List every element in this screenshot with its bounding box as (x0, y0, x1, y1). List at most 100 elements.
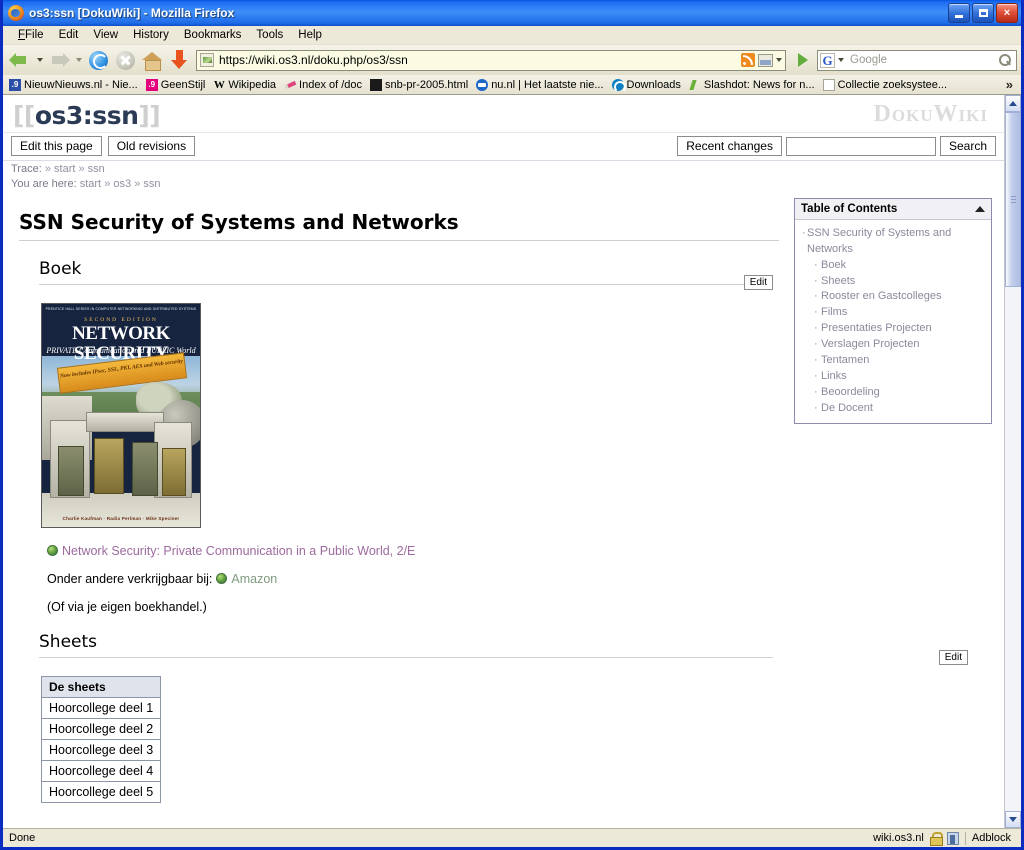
bookmark-index-of-doc[interactable]: Index of /doc (281, 78, 365, 92)
toc-item-films[interactable]: Films (799, 305, 987, 321)
url-bar[interactable]: https://wiki.os3.nl/doku.php/os3/ssn (196, 49, 786, 71)
bookmark-nu-nl[interactable]: nu.nl | Het laatste nie... (473, 78, 606, 92)
sheet-link[interactable]: Hoorcollege deel 3 (40, 738, 162, 761)
toc-item-presentaties-projecten[interactable]: Presentaties Projecten (799, 321, 987, 337)
table-row[interactable]: Hoorcollege deel 3 (40, 738, 162, 761)
menu-help[interactable]: Help (291, 27, 329, 43)
bookmark-geenstijl[interactable]: .9 GeenStijl (143, 78, 209, 92)
menu-tools[interactable]: Tools (249, 27, 290, 43)
triangle-down-icon (1009, 817, 1017, 822)
here-item-os3[interactable]: os3 (113, 178, 131, 190)
bookmark-nieuwnieuws[interactable]: .9 NieuwNieuws.nl - Nie... (6, 78, 141, 92)
go-arrow-icon (795, 52, 811, 68)
toc-item-beoordeling[interactable]: Beoordeling (799, 385, 987, 401)
wiki-search-button[interactable]: Search (939, 136, 996, 156)
trace-item-ssn[interactable]: ssn (88, 163, 105, 175)
edit-this-page-button[interactable]: Edit this page (11, 136, 102, 156)
forward-button[interactable] (46, 47, 72, 73)
bookmark-collectie-zoeksystemen[interactable]: Collectie zoeksystee... (820, 78, 950, 92)
trace-label: Trace: (11, 163, 42, 175)
scroll-up-button[interactable] (1005, 95, 1021, 112)
toc-item-ssn-security[interactable]: SSN Security of Systems and Networks (799, 226, 987, 258)
triangle-up-icon[interactable] (975, 205, 985, 212)
bookmark-wikipedia[interactable]: W Wikipedia (210, 78, 279, 92)
toc-item-sheets[interactable]: Sheets (799, 274, 987, 290)
trace-item-start[interactable]: start (54, 163, 75, 175)
bookmark-label: NieuwNieuws.nl - Nie... (24, 78, 138, 91)
reload-icon (88, 50, 108, 70)
bookmark-label: GeenStijl (160, 78, 206, 91)
maximize-button[interactable] (972, 3, 994, 23)
amazon-link[interactable]: Amazon (231, 572, 277, 586)
downloads-button[interactable] (166, 47, 192, 73)
sheet-link[interactable]: Hoorcollege deel 5 (40, 780, 162, 803)
toc-item-links[interactable]: Links (799, 369, 987, 385)
minimize-button[interactable] (948, 3, 970, 23)
wikipedia-favicon-icon: W (213, 78, 225, 91)
back-history-dropdown[interactable] (34, 47, 45, 73)
bookmark-snb-pr-2005[interactable]: snb-pr-2005.html (367, 78, 471, 92)
wiki-search-group: Recent changes Search (677, 136, 996, 156)
here-item-start[interactable]: start (80, 178, 101, 190)
toc-item-rooster-en-gastcolleges[interactable]: Rooster en Gastcolleges (799, 289, 987, 305)
section-edit-button-boek[interactable]: Edit (743, 274, 773, 290)
bookmark-slashdot[interactable]: Slashdot: News for n... (686, 78, 818, 92)
chevron-down-icon[interactable] (776, 58, 782, 62)
table-row[interactable]: Hoorcollege deel 4 (40, 759, 162, 782)
downloads-favicon-icon (611, 78, 626, 93)
table-row[interactable]: Hoorcollege deel 2 (40, 717, 162, 740)
bracket-close: ]] (138, 101, 161, 130)
toc-item-verslagen-projecten[interactable]: Verslagen Projecten (799, 337, 987, 353)
menu-edit[interactable]: Edit (52, 27, 86, 43)
forward-history-dropdown[interactable] (73, 47, 84, 73)
menu-history[interactable]: History (126, 27, 176, 43)
pencil-favicon-icon (284, 79, 296, 91)
toc-item-boek[interactable]: Boek (799, 258, 987, 274)
back-arrow-icon (9, 52, 31, 68)
chevron-down-icon (36, 58, 43, 62)
scroll-down-button[interactable] (1005, 811, 1021, 828)
close-button[interactable]: × (996, 3, 1018, 23)
toc-item-de-docent[interactable]: De Docent (799, 401, 987, 417)
magnifier-icon[interactable] (997, 53, 1012, 68)
go-button[interactable] (790, 47, 816, 73)
sheet-link[interactable]: Hoorcollege deel 4 (40, 759, 162, 782)
search-bar[interactable]: G Google (817, 49, 1017, 71)
stop-button[interactable] (112, 47, 138, 73)
toc-header[interactable]: Table of Contents (795, 198, 991, 220)
menu-view[interactable]: View (86, 27, 125, 43)
search-input[interactable]: Google (844, 54, 997, 66)
section-edit-button-sheets[interactable]: Edit (938, 649, 968, 665)
menu-file[interactable]: FFile (11, 27, 51, 43)
table-row[interactable]: Hoorcollege deel 5 (40, 780, 162, 803)
here-item-ssn[interactable]: ssn (143, 178, 160, 190)
blank-page-favicon-icon (822, 78, 835, 91)
security-certificate-icon[interactable] (946, 831, 959, 845)
recent-changes-button[interactable]: Recent changes (677, 136, 782, 156)
old-revisions-button[interactable]: Old revisions (107, 136, 196, 156)
adblock-status[interactable]: Adblock (972, 832, 1011, 844)
menubar: FFile Edit View History Bookmarks Tools … (3, 26, 1021, 45)
vertical-scrollbar[interactable] (1004, 95, 1021, 828)
padlock-icon[interactable] (929, 832, 943, 846)
toc-item-tentamen[interactable]: Tentamen (799, 353, 987, 369)
wiki-search-input[interactable] (785, 136, 936, 156)
column-header-de-sheets: De sheets (40, 675, 162, 698)
menu-bookmarks[interactable]: Bookmarks (177, 27, 249, 43)
book-title-link[interactable]: Network Security: Private Communication … (62, 544, 415, 558)
google-engine-icon[interactable]: G (820, 52, 835, 68)
table-row[interactable]: Hoorcollege deel 1 (40, 696, 162, 719)
sheet-link[interactable]: Hoorcollege deel 1 (40, 696, 162, 719)
back-button[interactable] (7, 47, 33, 73)
scrollbar-thumb[interactable] (1005, 112, 1021, 287)
bookmark-downloads[interactable]: Downloads (609, 78, 684, 93)
home-button[interactable] (139, 47, 165, 73)
rss-feed-icon[interactable] (741, 53, 755, 67)
reload-button[interactable] (85, 47, 111, 73)
sheet-link[interactable]: Hoorcollege deel 2 (40, 717, 162, 740)
page-heading: SSN Security of Systems and Networks (19, 210, 779, 241)
toc-body: SSN Security of Systems and Networks Boe… (795, 220, 991, 423)
scrollbar-track[interactable] (1005, 112, 1021, 811)
bookmarks-overflow-button[interactable]: » (1001, 77, 1018, 92)
page-image-icon[interactable] (758, 53, 773, 67)
